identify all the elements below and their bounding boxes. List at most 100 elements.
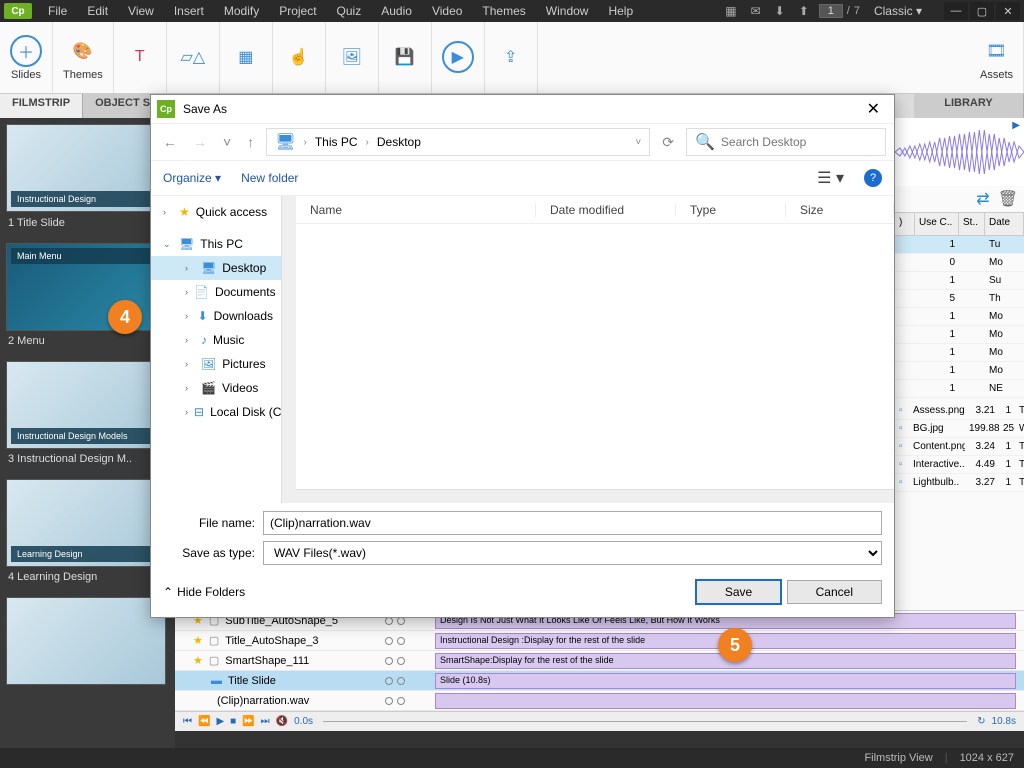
col-size[interactable]: Size <box>786 203 894 217</box>
timeline-back-icon[interactable]: ⏪ <box>198 716 210 727</box>
menu-window[interactable]: Window <box>538 2 597 20</box>
library-file-row[interactable]: ▫Interactive..4.491Tu <box>895 456 1024 474</box>
slide-thumb-1[interactable]: Instructional Design 1 Title Slide🔊 <box>6 124 169 233</box>
menu-video[interactable]: Video <box>424 2 470 20</box>
library-file-row[interactable]: ▫Assess.png3.211Tu <box>895 402 1024 420</box>
tab-library[interactable]: LIBRARY <box>914 94 1024 118</box>
tab-filmstrip[interactable]: FILMSTRIP <box>0 94 83 118</box>
tree-this-pc[interactable]: ⌄🖥This PC <box>151 232 281 256</box>
publish-icon[interactable]: ⇪ <box>495 41 527 73</box>
tree-videos[interactable]: ›🎬Videos <box>151 376 281 400</box>
col-type[interactable]: Type <box>676 203 786 217</box>
organize-button[interactable]: Organize ▾ <box>163 171 221 185</box>
refresh-icon[interactable]: ⟳ <box>658 134 678 151</box>
library-row[interactable]: 1Mo <box>895 362 1024 380</box>
tree-quick-access[interactable]: ›★Quick access <box>151 200 281 224</box>
slide-thumb-5[interactable] <box>6 597 169 685</box>
menu-modify[interactable]: Modify <box>216 2 267 20</box>
library-row[interactable]: 5Th <box>895 290 1024 308</box>
search-input[interactable] <box>721 135 877 149</box>
library-row[interactable]: 1Mo <box>895 326 1024 344</box>
save-button[interactable]: Save <box>695 579 782 605</box>
menu-view[interactable]: View <box>120 2 162 20</box>
slide-thumb-4[interactable]: Learning Design 4 Learning Design <box>6 479 169 587</box>
file-list[interactable] <box>296 224 894 489</box>
nav-forward-icon[interactable]: → <box>189 134 211 150</box>
timeline-mute-icon[interactable]: 🔇 <box>276 716 288 727</box>
save-icon[interactable]: 💾 <box>389 41 421 73</box>
slide-thumb-3[interactable]: Instructional Design Models 3 Instructio… <box>6 361 169 469</box>
assets-icon[interactable]: 🎞 <box>980 35 1012 67</box>
media-icon[interactable]: 🖼 <box>336 41 368 73</box>
menu-audio[interactable]: Audio <box>373 2 420 20</box>
timeline-end-icon[interactable]: ⏭ <box>261 716 270 727</box>
library-row[interactable]: 1Mo <box>895 344 1024 362</box>
new-folder-button[interactable]: New folder <box>241 171 298 185</box>
menu-project[interactable]: Project <box>271 2 324 20</box>
timeline-rewind-icon[interactable]: ⏮ <box>183 716 192 727</box>
grid-icon[interactable]: ▦ <box>721 2 740 20</box>
slides-icon[interactable]: ＋ <box>10 35 42 67</box>
timeline-row[interactable]: ★▢Title_AutoShape_3Instructional Design … <box>175 631 1024 651</box>
view-options-icon[interactable]: ☰ ▾ <box>817 168 844 188</box>
trash-icon[interactable]: 🗑 <box>998 189 1018 209</box>
dialog-close-button[interactable]: ✕ <box>859 99 888 119</box>
tree-scrollbar[interactable] <box>281 196 295 503</box>
library-file-row[interactable]: ▫BG.jpg199.8825We <box>895 420 1024 438</box>
library-file-row[interactable]: ▫Content.png3.241Tu <box>895 438 1024 456</box>
library-row[interactable]: 0Mo <box>895 254 1024 272</box>
upload-icon[interactable]: ⬆ <box>795 2 813 20</box>
link-icon[interactable]: ⇄ <box>976 189 989 209</box>
close-button[interactable]: ✕ <box>996 2 1020 20</box>
library-row[interactable]: 1Mo <box>895 308 1024 326</box>
timeline-stop-icon[interactable]: ■ <box>230 716 236 727</box>
timeline-loop-icon[interactable]: ↻ <box>977 716 985 727</box>
slide-thumb-2[interactable]: Main Menu 2 Menu <box>6 243 169 351</box>
workspace-selector[interactable]: Classic ▾ <box>866 2 930 20</box>
interaction-icon[interactable]: ☝ <box>283 41 315 73</box>
page-current-input[interactable] <box>819 4 843 18</box>
col-date[interactable]: Date modified <box>536 203 676 217</box>
objects-icon[interactable]: ▦ <box>230 41 262 73</box>
menu-quiz[interactable]: Quiz <box>329 2 370 20</box>
timeline-play-icon[interactable]: ▶ <box>216 716 224 727</box>
shapes-icon[interactable]: ▱△ <box>177 41 209 73</box>
nav-back-icon[interactable]: ← <box>159 134 181 150</box>
tree-pictures[interactable]: ›🖼Pictures <box>151 352 281 376</box>
timeline-row[interactable]: ▬Title SlideSlide (10.8s) <box>175 671 1024 691</box>
col-name[interactable]: Name <box>296 203 536 217</box>
timeline-fwd-icon[interactable]: ⏩ <box>242 716 254 727</box>
tree-documents[interactable]: ›📄Documents <box>151 280 281 304</box>
library-row[interactable]: 1Su <box>895 272 1024 290</box>
library-row[interactable]: 1NE <box>895 380 1024 398</box>
minimize-button[interactable]: — <box>944 2 968 20</box>
nav-up-icon[interactable]: ↑ <box>243 134 258 150</box>
menu-insert[interactable]: Insert <box>166 2 212 20</box>
hide-folders-button[interactable]: ⌃Hide Folders <box>163 585 245 599</box>
filename-input[interactable] <box>263 511 882 535</box>
tree-desktop[interactable]: ›🖥Desktop <box>151 256 281 280</box>
maximize-button[interactable]: ▢ <box>970 2 994 20</box>
cancel-button[interactable]: Cancel <box>787 580 882 604</box>
file-scrollbar-h[interactable] <box>296 489 894 503</box>
mail-icon[interactable]: ✉ <box>747 2 765 20</box>
themes-icon[interactable]: 🎨 <box>67 35 99 67</box>
library-file-row[interactable]: ▫Lightbulb..3.271Tu <box>895 474 1024 492</box>
nav-dropdown-icon[interactable]: ˅ <box>219 134 235 150</box>
menu-help[interactable]: Help <box>600 2 641 20</box>
timeline-row[interactable]: (Clip)narration.wav <box>175 691 1024 711</box>
menu-edit[interactable]: Edit <box>79 2 116 20</box>
preview-icon[interactable]: ▶ <box>442 41 474 73</box>
tree-downloads[interactable]: ›⬇Downloads <box>151 304 281 328</box>
address-bar[interactable]: 🖥 › This PC › Desktop ˅ <box>266 128 650 156</box>
download-icon[interactable]: ⬇ <box>771 2 789 20</box>
library-row[interactable]: 1Tu <box>895 236 1024 254</box>
play-icon[interactable]: ▶ <box>1012 120 1020 131</box>
menu-file[interactable]: File <box>40 2 75 20</box>
tree-local-disk[interactable]: ›⊟Local Disk (C:) <box>151 400 281 424</box>
text-icon[interactable]: T <box>124 41 156 73</box>
tree-music[interactable]: ›♪Music <box>151 328 281 352</box>
menu-themes[interactable]: Themes <box>474 2 533 20</box>
help-icon[interactable]: ? <box>864 169 882 187</box>
timeline-row[interactable]: ★▢SmartShape_111SmartShape:Display for t… <box>175 651 1024 671</box>
